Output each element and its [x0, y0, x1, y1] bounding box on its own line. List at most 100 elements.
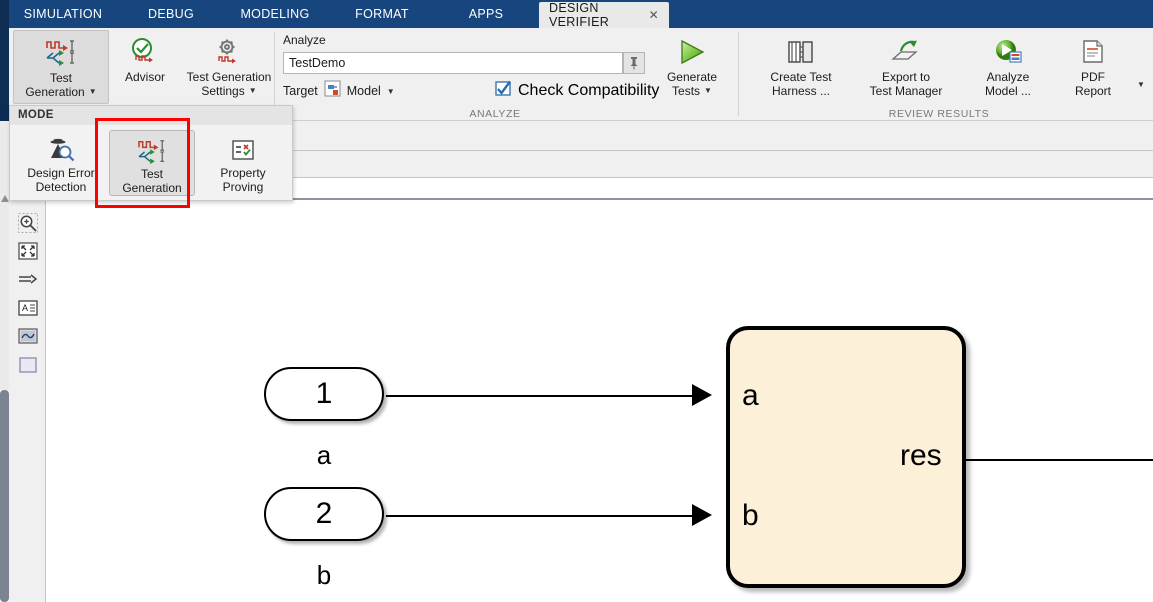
tab-debug[interactable]: DEBUG — [133, 0, 209, 28]
annotation-icon[interactable]: A — [17, 297, 39, 319]
analyze-model-icon — [992, 35, 1024, 69]
tab-simulation[interactable]: SIMULATION — [10, 0, 116, 28]
advisor-button[interactable]: Advisor — [115, 30, 175, 104]
mode-property-proving[interactable]: Property Proving — [200, 130, 286, 196]
property-proving-line2: Proving — [222, 180, 264, 194]
chevron-down-icon[interactable]: ▼ — [1137, 80, 1145, 89]
model-target-icon — [324, 80, 341, 102]
vertical-scrollbar-thumb[interactable] — [0, 390, 9, 602]
tab-design-verifier[interactable]: DESIGN VERIFIER ✕ — [539, 1, 669, 29]
generate-tests-button[interactable]: Generate Tests ▼ — [653, 30, 731, 104]
tab-apps-label: APPS — [468, 7, 504, 21]
signal-line-res[interactable] — [966, 459, 1153, 461]
property-proving-line1: Property — [220, 166, 266, 180]
fit-to-view-icon[interactable] — [17, 240, 39, 262]
advisor-icon — [130, 35, 160, 69]
generate-tests-label-line1: Generate — [666, 70, 718, 84]
simulink-model-canvas[interactable]: 1 a 2 b — [46, 200, 1153, 602]
signal-line-b[interactable] — [386, 515, 696, 517]
analyze-model-button[interactable]: Analyze Model ... — [965, 30, 1051, 104]
design-error-detection-icon — [46, 136, 76, 166]
scope-viewer-icon[interactable] — [17, 325, 39, 347]
review-results-group-label: REVIEW RESULTS — [888, 108, 990, 120]
export-to-test-manager-line2: Test Manager — [869, 84, 943, 98]
export-to-test-manager-button[interactable]: Export to Test Manager — [853, 30, 959, 104]
ribbon-group-analyze: Analyze TestDemo Target Model ▼ Check Co… — [275, 28, 738, 121]
gear-icon — [213, 35, 245, 69]
create-test-harness-button[interactable]: Create Test Harness ... — [753, 30, 849, 104]
test-generation-settings-label-line2: Settings — [201, 84, 245, 98]
tab-format-label: FORMAT — [355, 7, 409, 21]
inport-2-label: b — [316, 560, 332, 590]
check-compatibility-button[interactable]: Check Compatibility — [495, 80, 659, 102]
play-icon — [675, 35, 709, 69]
create-test-harness-line1: Create Test — [770, 70, 832, 84]
analyze-model-line1: Analyze — [986, 70, 1030, 84]
tab-modeling-label: MODELING — [240, 7, 310, 21]
pin-target-button[interactable] — [623, 52, 645, 74]
tab-modeling[interactable]: MODELING — [225, 0, 325, 28]
stateflow-chart-block[interactable]: a b res {net = int16(a) - int16(b);} [ne… — [726, 326, 966, 588]
chevron-down-icon[interactable]: ▼ — [249, 84, 257, 98]
arrow-icon — [692, 384, 712, 406]
chevron-down-icon[interactable]: ▼ — [89, 85, 97, 99]
analyze-target-value: TestDemo — [289, 56, 346, 70]
ribbon-overflow-button[interactable]: ▼ — [1131, 30, 1151, 104]
svg-text:A: A — [22, 303, 28, 313]
tab-format[interactable]: FORMAT — [341, 0, 423, 28]
signal-line-icon[interactable] — [17, 268, 39, 290]
export-icon — [890, 35, 922, 69]
design-error-detection-line1: Design Error — [27, 166, 95, 180]
pdf-report-line2: Report — [1074, 84, 1112, 98]
ribbon-left-edge — [0, 28, 9, 121]
analyze-group-label: ANALYZE — [469, 108, 521, 120]
close-icon[interactable]: ✕ — [649, 9, 659, 21]
tab-design-verifier-label: DESIGN VERIFIER — [549, 1, 610, 29]
inport-2-number: 2 — [315, 497, 333, 530]
area-block-icon[interactable] — [17, 354, 39, 376]
test-generation-label-line2: Generation — [25, 85, 85, 99]
arrow-icon — [692, 504, 712, 526]
inport-block-1[interactable]: 1 — [264, 367, 384, 421]
zoom-in-icon[interactable] — [17, 212, 39, 234]
test-generation-mode-button[interactable]: Test Generation ▼ — [13, 30, 109, 104]
scroll-up-icon[interactable] — [0, 192, 9, 204]
chevron-down-icon[interactable]: ▼ — [387, 87, 395, 96]
tab-apps[interactable]: APPS — [455, 0, 517, 28]
test-generation-mode-line1: Test — [140, 167, 163, 181]
inport-1-number: 1 — [315, 377, 333, 410]
chart-input-port-a-label: a — [742, 379, 759, 412]
property-proving-icon — [229, 136, 257, 166]
test-generation-settings-button[interactable]: Test Generation Settings ▼ — [179, 30, 279, 104]
mode-dropdown-panel: MODE Design Error Detection Test Generat… — [9, 105, 293, 201]
design-error-detection-line2: Detection — [35, 180, 87, 194]
inport-block-2[interactable]: 2 — [264, 487, 384, 541]
generate-tests-label-line2: Tests — [672, 84, 701, 98]
advisor-label: Advisor — [124, 70, 165, 84]
check-compatibility-label: Check Compatibility — [518, 82, 660, 99]
pdf-report-button[interactable]: PDF Report — [1057, 30, 1129, 104]
analyze-target-input[interactable]: TestDemo — [283, 52, 623, 74]
test-generation-settings-label-line1: Test Generation — [186, 70, 272, 84]
chart-output-port-res-label: res — [900, 439, 942, 472]
mode-panel-header: MODE — [10, 106, 292, 125]
signal-line-a[interactable] — [386, 395, 696, 397]
chart-input-port-b-label: b — [742, 499, 759, 532]
create-test-harness-line2: Harness ... — [771, 84, 831, 98]
vertical-scrollbar-track[interactable] — [0, 121, 9, 390]
export-to-test-manager-line1: Export to — [881, 70, 930, 84]
mode-test-generation[interactable]: Test Generation — [109, 130, 195, 196]
tab-simulation-label: SIMULATION — [23, 7, 103, 21]
mode-design-error-detection[interactable]: Design Error Detection — [18, 130, 104, 196]
canvas-tool-palette: A — [9, 200, 46, 602]
pdf-report-icon — [1078, 35, 1108, 69]
simulink-design-verifier-window: SIMULATION DEBUG MODELING FORMAT APPS DE… — [0, 0, 1153, 602]
tabbar-left-edge — [0, 0, 9, 28]
pdf-report-line1: PDF — [1081, 70, 1105, 84]
test-generation-icon — [45, 36, 77, 70]
test-generation-mode-line2: Generation — [122, 181, 182, 195]
chevron-down-icon[interactable]: ▼ — [704, 84, 712, 98]
tab-debug-label: DEBUG — [148, 7, 194, 21]
model-dropdown-label[interactable]: Model — [347, 84, 381, 98]
test-harness-icon — [785, 35, 817, 69]
